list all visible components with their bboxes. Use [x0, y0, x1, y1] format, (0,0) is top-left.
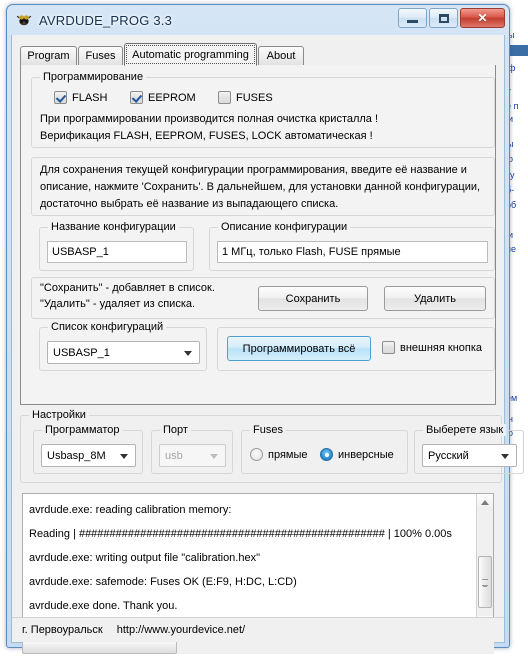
bug-icon [16, 12, 32, 28]
status-city: г. Первоуральск [22, 624, 103, 636]
config-name-input[interactable]: USBASP_1 [47, 241, 187, 263]
checkbox-flash-label: FLASH [72, 91, 108, 104]
tab-page-automatic-programming: Программирование FLASH EEPROM FUSES При … [20, 65, 496, 405]
programmer-dropdown[interactable]: Usbasp_8M [41, 444, 136, 467]
minimize-button[interactable] [398, 8, 427, 28]
checkbox-fuses-box [218, 91, 231, 104]
chevron-down-icon [184, 350, 192, 356]
scroll-up-button[interactable] [477, 494, 493, 510]
checkbox-fuses-label: FUSES [236, 91, 273, 104]
tab-automatic-programming[interactable]: Automatic programming [124, 43, 257, 66]
save-delete-group: "Сохранить" - добавляет в список. "Удали… [31, 277, 495, 319]
programmer-group: Программатор Usbasp_8M [33, 424, 143, 474]
settings-group-label: Настройки [29, 409, 89, 421]
config-desc-group: Описание конфигурации 1 МГц, только Flas… [209, 221, 495, 271]
language-label: Выберете язык [423, 424, 507, 436]
radio-fuses-inverse[interactable]: инверсные [320, 448, 394, 461]
scrollbar-thumb[interactable] [478, 556, 492, 608]
maximize-icon [438, 13, 449, 23]
tab-about[interactable]: About [258, 46, 304, 65]
save-hint-line1: "Сохранить" - добавляет в список. [40, 282, 215, 294]
tab-fuses[interactable]: Fuses [78, 46, 123, 65]
log-vertical-scrollbar[interactable] [476, 494, 493, 632]
status-bar: г. Первоуральск http://www.yourdevice.ne… [12, 617, 504, 642]
tab-label: Automatic programming [132, 48, 249, 61]
log-line: avrdude.exe: safemode: Fuses OK (E:F9, H… [29, 576, 297, 588]
programming-note-verify: Верификация FLASH, EEPROM, FUSES, LOCK а… [40, 130, 373, 142]
radio-fuses-inverse-box [320, 448, 333, 461]
checkbox-external-button-box [382, 341, 395, 354]
log-line: avrdude.exe: reading calibration memory: [29, 504, 232, 516]
status-url[interactable]: http://www.yourdevice.net/ [117, 624, 245, 636]
tab-label: About [266, 50, 296, 62]
application-window: AVRDUDE_PROG 3.3 ✕ Program Fuses Automat… [6, 4, 524, 654]
config-info-line1: Для сохранения текущей конфигурации прог… [40, 164, 467, 176]
config-list-label: Список конфигураций [48, 321, 167, 333]
log-output[interactable]: avrdude.exe: reading calibration memory:… [22, 493, 494, 633]
programming-group: Программирование FLASH EEPROM FUSES При … [31, 71, 495, 148]
radio-fuses-direct[interactable]: прямые [250, 448, 308, 461]
config-list-group: Список конфигураций USBASP_1 [39, 321, 207, 371]
title-bar[interactable]: AVRDUDE_PROG 3.3 ✕ [7, 5, 509, 35]
maximize-button[interactable] [429, 8, 458, 28]
language-dropdown[interactable]: Русский [422, 444, 517, 467]
config-name-label: Название конфигурации [48, 221, 179, 233]
minimize-icon [407, 20, 418, 23]
log-text: avrdude.exe: reading calibration memory:… [29, 498, 473, 618]
checkbox-eeprom[interactable]: EEPROM [130, 91, 196, 104]
programmer-label: Программатор [42, 424, 123, 436]
config-list-value: USBASP_1 [53, 346, 110, 359]
close-button[interactable]: ✕ [460, 8, 505, 28]
caret-up-icon [481, 499, 489, 505]
config-info-line2: описание, нажмите 'Сохранить'. В дальней… [40, 181, 481, 193]
close-icon: ✕ [477, 11, 488, 25]
tab-strip: Program Fuses Automatic programming Abou… [20, 43, 496, 66]
chevron-down-icon [120, 453, 128, 459]
config-name-group: Название конфигурации USBASP_1 [39, 221, 194, 271]
program-all-button[interactable]: Программировать всё [227, 336, 371, 361]
save-button[interactable]: Сохранить [258, 286, 368, 311]
fuses-group: Fuses прямые инверсные [241, 424, 408, 474]
checkbox-eeprom-box [130, 91, 143, 104]
checkbox-fuses[interactable]: FUSES [218, 91, 273, 104]
config-desc-input[interactable]: 1 МГц, только Flash, FUSE прямые [217, 241, 488, 263]
programmer-value: Usbasp_8M [47, 449, 106, 462]
programming-note-clear: При программировании производится полная… [40, 113, 379, 125]
save-hint-line2: "Удалить" - удаляет из списка. [40, 298, 196, 310]
port-value: usb [165, 449, 183, 462]
window-title: AVRDUDE_PROG 3.3 [39, 12, 172, 28]
checkbox-external-button[interactable]: внешняя кнопка [382, 341, 482, 354]
chevron-down-icon [501, 453, 509, 459]
port-label: Порт [160, 424, 191, 436]
chevron-down-icon [210, 453, 218, 459]
settings-group: Настройки Программатор Usbasp_8M Порт us… [20, 409, 524, 483]
radio-fuses-inverse-label: инверсные [338, 448, 394, 461]
fuses-label: Fuses [250, 424, 286, 436]
radio-fuses-direct-box [250, 448, 263, 461]
checkbox-flash[interactable]: FLASH [54, 91, 107, 104]
config-list-dropdown[interactable]: USBASP_1 [47, 341, 200, 364]
tab-program[interactable]: Program [20, 46, 77, 65]
client-area: Program Fuses Automatic programming Abou… [11, 35, 524, 654]
checkbox-eeprom-label: EEPROM [148, 91, 196, 104]
program-all-group: Программировать всё внешняя кнопка [217, 327, 495, 371]
log-line: Reading | ##############################… [29, 528, 452, 540]
log-line: avrdude.exe done. Thank you. [29, 600, 178, 612]
tab-label: Program [27, 50, 70, 62]
checkbox-external-button-label: внешняя кнопка [400, 341, 483, 354]
caption-buttons: ✕ [398, 8, 505, 28]
tab-label: Fuses [85, 50, 116, 62]
config-desc-label: Описание конфигурации [218, 221, 351, 233]
programming-group-label: Программирование [40, 71, 147, 83]
delete-button[interactable]: Удалить [384, 286, 486, 311]
port-dropdown[interactable]: usb [159, 444, 226, 467]
port-group: Порт usb [151, 424, 233, 474]
log-line: avrdude.exe: writing output file "calibr… [29, 552, 260, 564]
radio-fuses-direct-label: прямые [268, 448, 308, 461]
config-info-group: Для сохранения текущей конфигурации прог… [31, 157, 495, 216]
language-group: Выберете язык Русский [414, 424, 524, 474]
language-value: Русский [428, 449, 469, 462]
config-info-line3: достаточно выбрать её название из выпада… [40, 198, 339, 210]
checkbox-flash-box [54, 91, 67, 104]
